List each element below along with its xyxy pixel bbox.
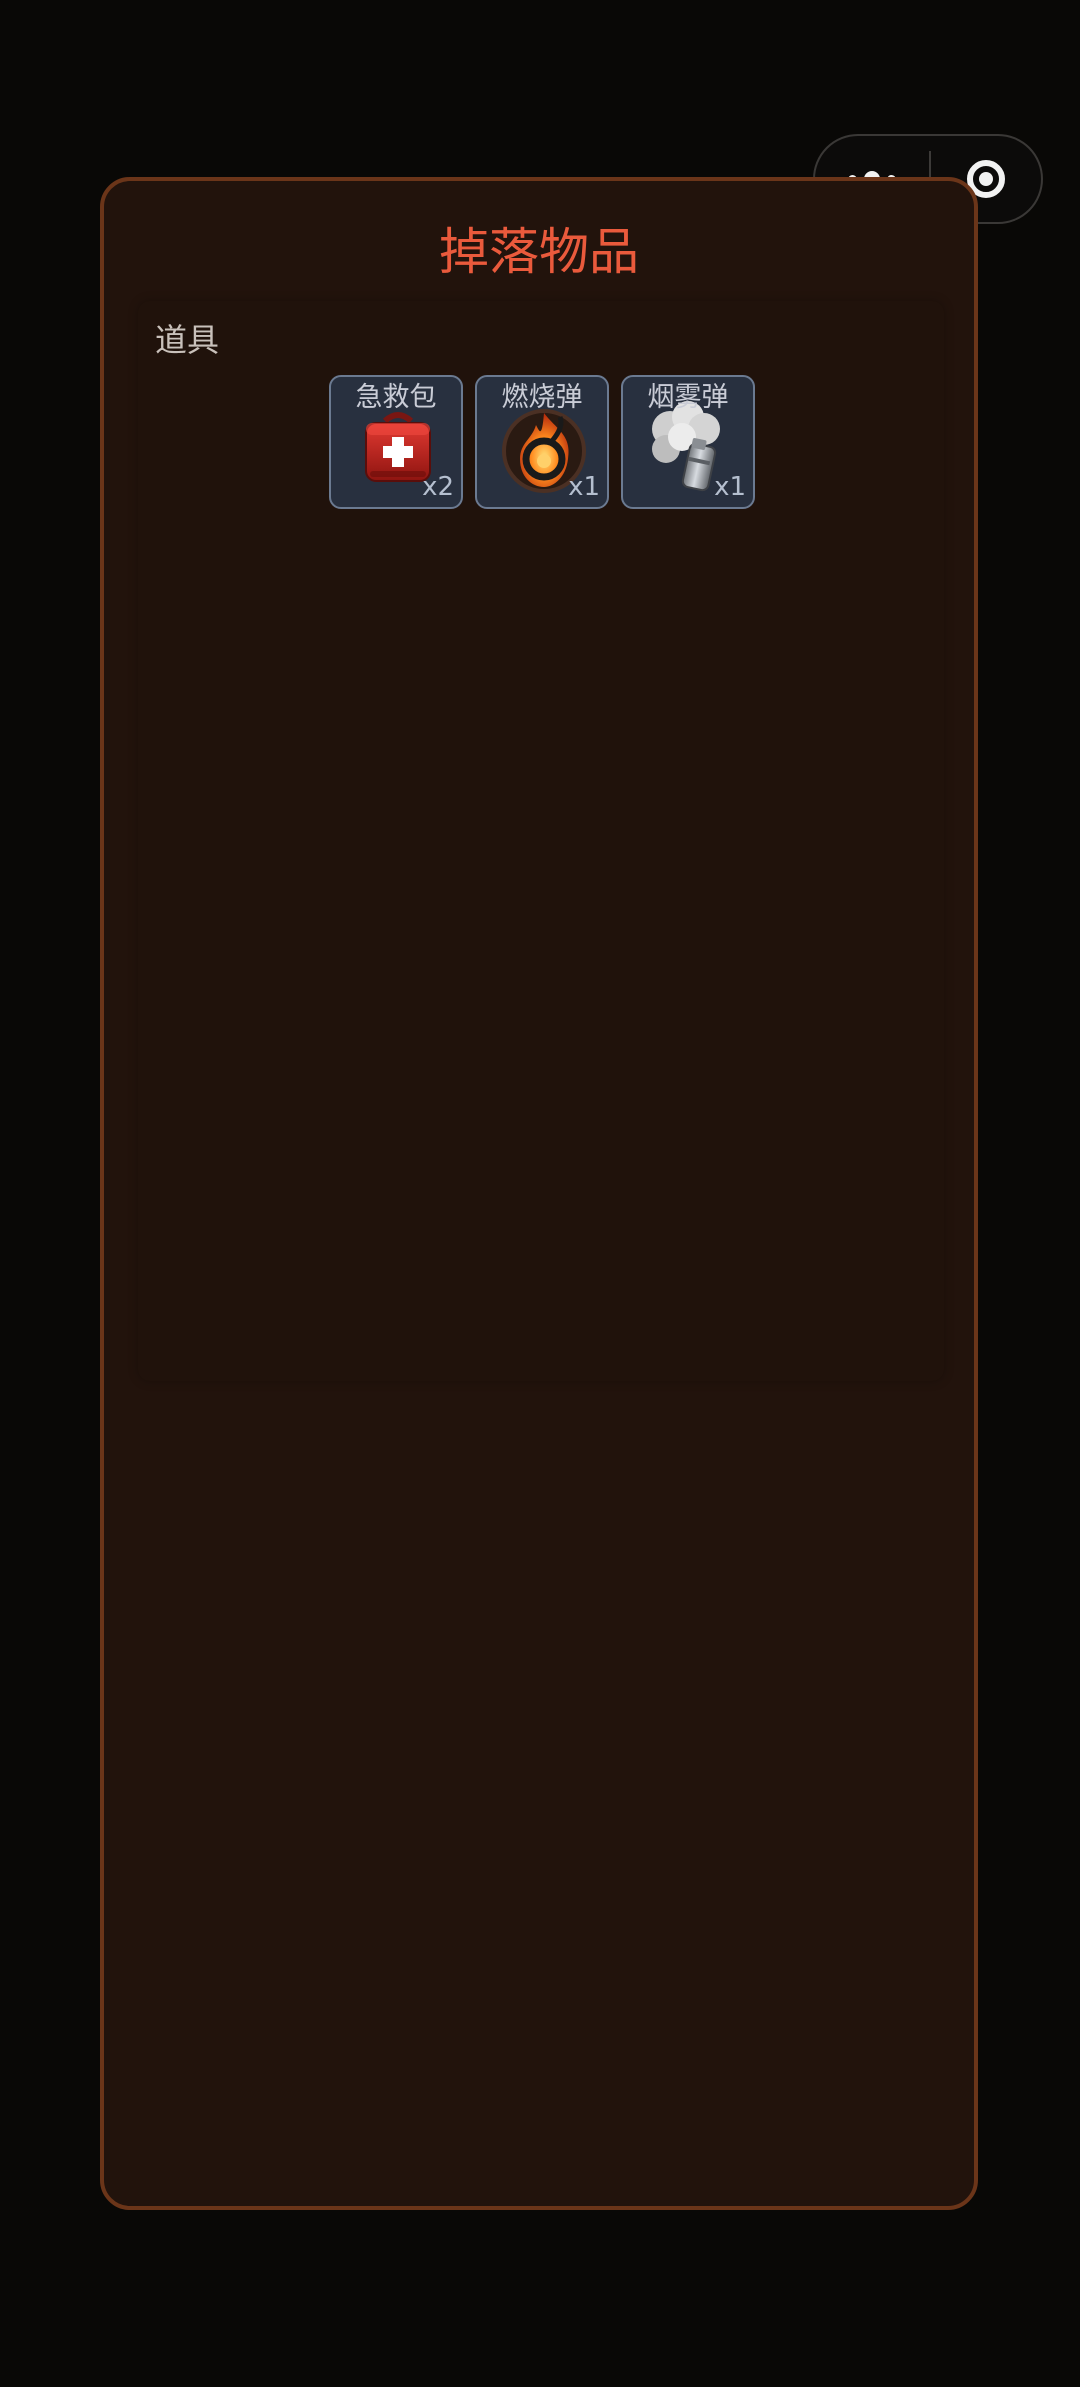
item-count: x1: [568, 472, 600, 502]
props-section: 道具 急救包 x2 燃烧弹 x1 烟雾弹 x1: [138, 301, 944, 1381]
item-list: 急救包 x2 燃烧弹 x1 烟雾弹 x1: [329, 375, 755, 509]
section-title: 道具: [155, 321, 220, 359]
item-name: 急救包: [355, 382, 437, 413]
dialog-title: 掉落物品: [439, 223, 639, 281]
item-count: x2: [422, 472, 454, 502]
item-slot-smoke-grenade[interactable]: 烟雾弹 x1: [621, 375, 755, 509]
target-close-core: [979, 172, 993, 186]
loot-dialog: 掉落物品 道具 急救包 x2 燃烧弹 x1 烟雾弹 x1: [100, 177, 978, 2210]
item-name: 烟雾弹: [647, 382, 729, 413]
game-screen: 掉落物品 道具 急救包 x2 燃烧弹 x1 烟雾弹 x1: [0, 0, 1080, 2387]
item-count: x1: [714, 472, 746, 502]
item-name: 燃烧弹: [501, 382, 583, 413]
item-slot-first-aid-kit[interactable]: 急救包 x2: [329, 375, 463, 509]
item-slot-incendiary-grenade[interactable]: 燃烧弹 x1: [475, 375, 609, 509]
